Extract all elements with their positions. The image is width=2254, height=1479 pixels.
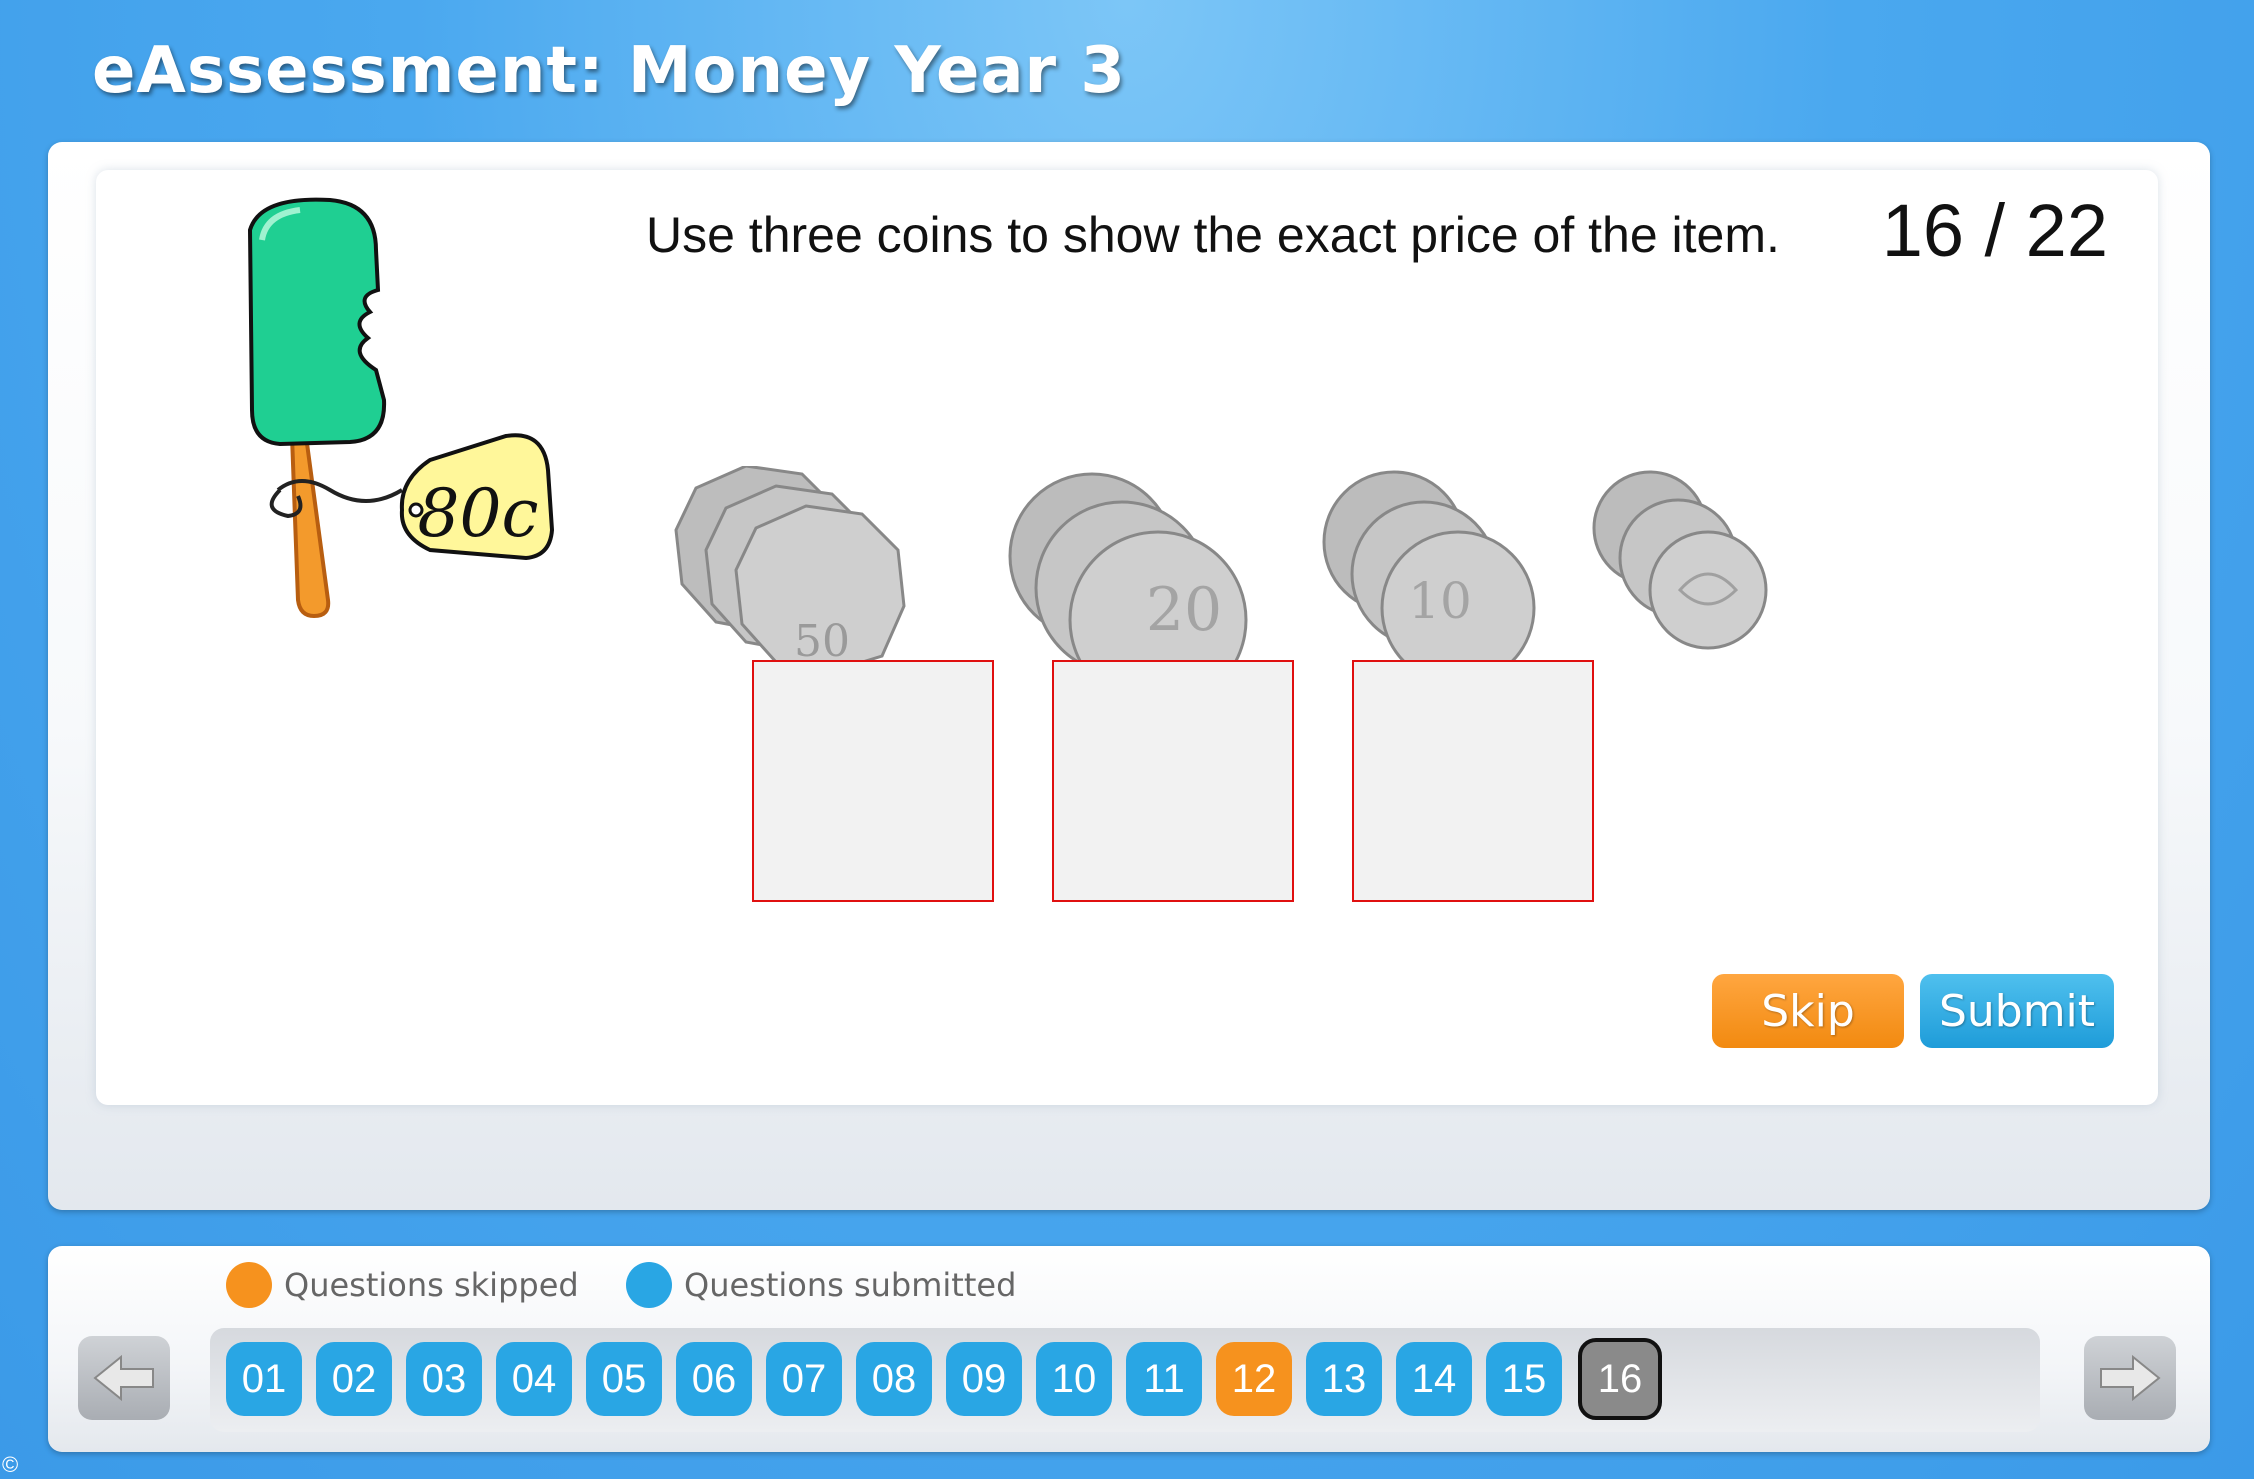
legend-submitted-label: Questions submitted <box>684 1266 1017 1304</box>
question-button-15[interactable]: 15 <box>1486 1342 1562 1416</box>
question-button-16[interactable]: 16 <box>1578 1338 1662 1420</box>
arrow-left-icon <box>93 1354 154 1402</box>
coin-5c-pile[interactable] <box>1590 468 1776 654</box>
answer-slot-1[interactable] <box>752 660 994 902</box>
previous-button[interactable] <box>78 1336 170 1420</box>
copyright-mark: © <box>2 1452 19 1477</box>
question-button-12[interactable]: 12 <box>1216 1342 1292 1416</box>
submit-button[interactable]: Submit <box>1920 974 2114 1048</box>
blue-dot-icon <box>626 1262 672 1308</box>
question-button-04[interactable]: 04 <box>496 1342 572 1416</box>
coin-10c-pile[interactable]: 10 <box>1320 468 1542 690</box>
question-button-11[interactable]: 11 <box>1126 1342 1202 1416</box>
question-button-06[interactable]: 06 <box>676 1342 752 1416</box>
question-button-01[interactable]: 01 <box>226 1342 302 1416</box>
svg-text:10: 10 <box>1408 572 1472 630</box>
orange-dot-icon <box>226 1262 272 1308</box>
app-title: eAssessment: Money Year 3 <box>92 34 1126 108</box>
question-track <box>210 1328 2040 1432</box>
legend-submitted: Questions submitted <box>626 1262 1016 1308</box>
question-prompt: Use three coins to show the exact price … <box>646 207 1780 263</box>
legend-skipped-label: Questions skipped <box>284 1266 579 1304</box>
question-button-07[interactable]: 07 <box>766 1342 842 1416</box>
question-button-10[interactable]: 10 <box>1036 1342 1112 1416</box>
arrow-right-icon <box>2100 1354 2161 1402</box>
answer-slot-2[interactable] <box>1052 660 1294 902</box>
answer-slot-3[interactable] <box>1352 660 1594 902</box>
next-button[interactable] <box>2084 1336 2176 1420</box>
question-button-14[interactable]: 14 <box>1396 1342 1472 1416</box>
question-button-13[interactable]: 13 <box>1306 1342 1382 1416</box>
question-button-08[interactable]: 08 <box>856 1342 932 1416</box>
question-button-05[interactable]: 05 <box>586 1342 662 1416</box>
question-button-02[interactable]: 02 <box>316 1342 392 1416</box>
question-button-03[interactable]: 03 <box>406 1342 482 1416</box>
ice-block-illustration: 80c <box>247 197 555 619</box>
question-counter: 16 / 22 <box>1881 189 2108 272</box>
svg-text:20: 20 <box>1146 575 1222 645</box>
skip-button[interactable]: Skip <box>1712 974 1904 1048</box>
price-tag-text: 80c <box>418 475 539 552</box>
question-button-09[interactable]: 09 <box>946 1342 1022 1416</box>
legend-skipped: Questions skipped <box>226 1262 579 1308</box>
